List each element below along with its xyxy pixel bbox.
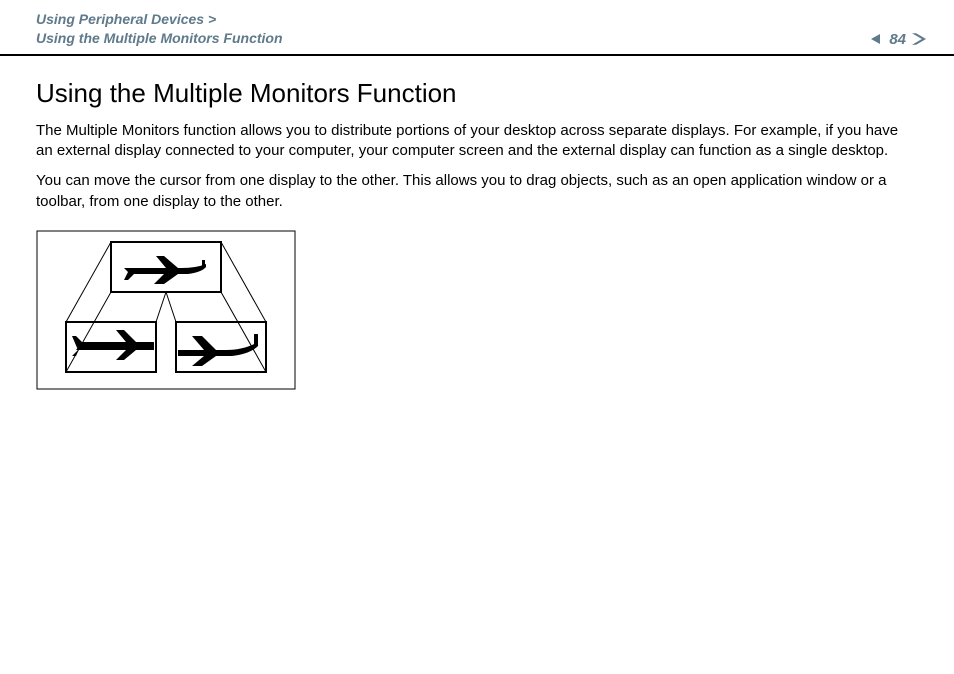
prev-page-button[interactable] — [869, 32, 883, 46]
next-page-button[interactable] — [912, 32, 926, 46]
breadcrumb-separator: > — [208, 11, 216, 27]
breadcrumb-current: Using the Multiple Monitors Function — [36, 30, 283, 46]
page-navigator: 84 — [869, 31, 926, 48]
multi-monitor-figure — [36, 230, 918, 395]
paragraph: You can move the cursor from one display… — [36, 171, 918, 212]
page-content: Using the Multiple Monitors Function The… — [0, 56, 954, 395]
triangle-left-icon — [870, 33, 882, 45]
paragraph: The Multiple Monitors function allows yo… — [36, 121, 918, 162]
page-number: 84 — [889, 31, 906, 48]
triangle-right-icon — [912, 32, 926, 46]
page-title: Using the Multiple Monitors Function — [36, 78, 918, 109]
breadcrumb: Using Peripheral Devices > Using the Mul… — [36, 10, 283, 48]
document-page: Using Peripheral Devices > Using the Mul… — [0, 0, 954, 674]
multi-monitor-diagram-icon — [36, 230, 296, 390]
breadcrumb-parent: Using Peripheral Devices — [36, 11, 204, 27]
page-header: Using Peripheral Devices > Using the Mul… — [0, 0, 954, 54]
